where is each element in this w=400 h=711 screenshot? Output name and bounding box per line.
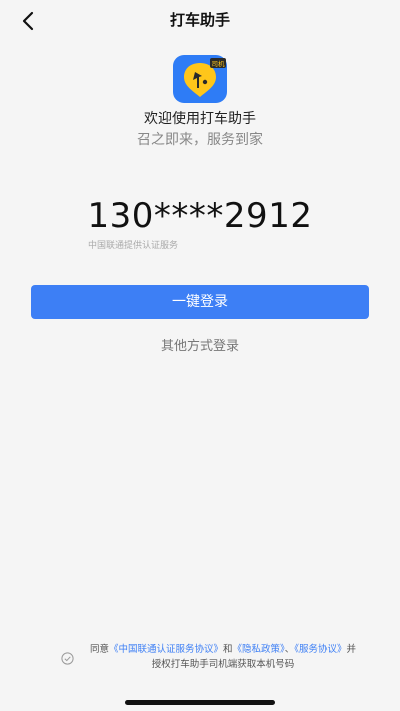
home-indicator bbox=[125, 700, 275, 705]
phone-number: 130****2912 bbox=[87, 196, 313, 236]
service-agreement-link[interactable]: 《服务协议》 bbox=[294, 644, 346, 655]
privacy-policy-link[interactable]: 《隐私政策》 bbox=[232, 644, 284, 655]
agreement-checkbox[interactable] bbox=[61, 650, 74, 665]
agreement-text: 同意《中国联通认证服务协议》和《隐私政策》、《服务协议》并授权打车助手司机端获取… bbox=[88, 642, 358, 672]
unicom-agreement-link[interactable]: 《中国联通认证服务协议》 bbox=[109, 644, 223, 655]
logo-badge: 司机 bbox=[212, 59, 226, 68]
welcome-text: 欢迎使用打车助手 bbox=[144, 111, 256, 127]
nav-bar: 打车助手 bbox=[0, 0, 400, 40]
agreement-prefix: 同意 bbox=[89, 644, 109, 655]
agreement-comma: 、 bbox=[284, 644, 295, 655]
app-logo: 司机 bbox=[173, 55, 227, 103]
other-login-methods-link[interactable]: 其他方式登录 bbox=[0, 335, 400, 354]
one-click-login-button[interactable]: 一键登录 bbox=[31, 285, 369, 319]
app-logo-icon: 司机 bbox=[173, 55, 227, 103]
slogan-text: 召之即来，服务到家 bbox=[137, 132, 263, 148]
page-title: 打车助手 bbox=[169, 11, 230, 29]
check-circle-icon bbox=[61, 652, 74, 665]
provider-note: 中国联通提供认证服务 bbox=[88, 241, 179, 251]
